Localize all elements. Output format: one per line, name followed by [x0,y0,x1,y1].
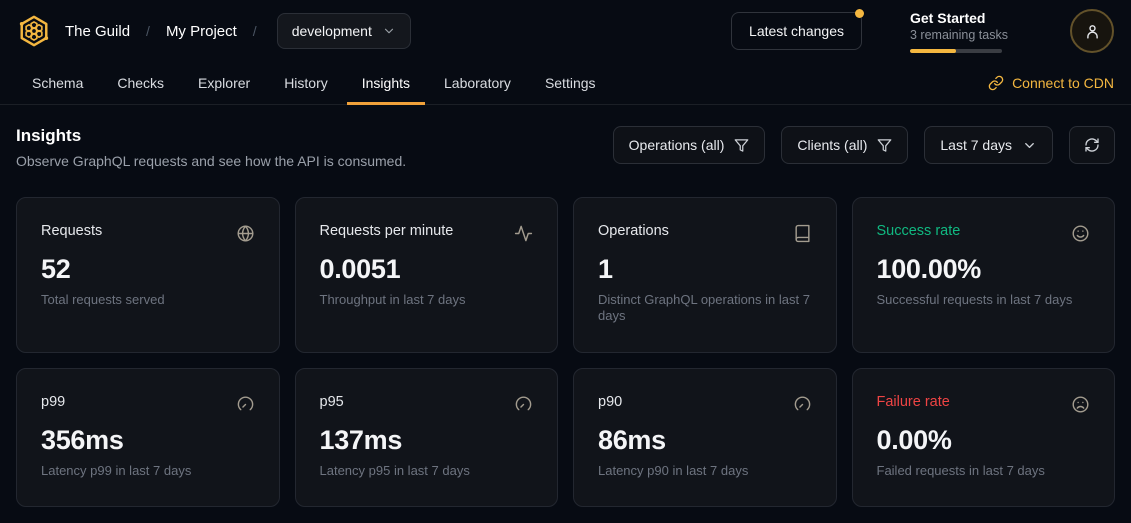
period-dropdown[interactable]: Last 7 days [924,126,1053,164]
latest-changes-label: Latest changes [749,23,844,39]
page-title: Insights [16,126,406,146]
stat-card-value: 356ms [41,425,255,456]
tab-settings[interactable]: Settings [530,62,611,104]
breadcrumb-org[interactable]: The Guild [65,23,130,40]
operations-filter-label: Operations (all) [629,137,725,153]
get-started-remaining: 3 remaining tasks [910,28,1036,42]
operations-filter-button[interactable]: Operations (all) [613,126,766,164]
activity-icon [514,224,533,243]
tab-history[interactable]: History [269,62,343,104]
stat-card-value: 0.0051 [320,254,534,285]
stat-card-title: p95 [320,394,344,410]
gauge-icon [236,395,255,414]
tab-laboratory[interactable]: Laboratory [429,62,526,104]
stat-card: Success rate 100.00% Successful requests… [852,197,1116,353]
page-heading-block: Insights Observe GraphQL requests and se… [16,126,406,169]
tab-checks[interactable]: Checks [102,62,179,104]
target-selector-value: development [292,23,372,39]
stat-card: p90 86ms Latency p90 in last 7 days [573,368,837,507]
breadcrumb-separator: / [251,23,259,39]
page-subtitle: Observe GraphQL requests and see how the… [16,153,406,169]
stat-card-description: Failed requests in last 7 days [877,463,1091,479]
stat-card-description: Latency p90 in last 7 days [598,463,812,479]
stat-card-title: p99 [41,394,65,410]
smile-icon [1071,224,1090,243]
stat-card-description: Latency p99 in last 7 days [41,463,255,479]
chevron-down-icon [1022,138,1037,153]
guild-logo-icon[interactable] [17,14,51,48]
filter-icon [877,138,892,153]
stat-card-value: 100.00% [877,254,1091,285]
top-header: The Guild / My Project / development Lat… [0,0,1131,62]
clients-filter-button[interactable]: Clients (all) [781,126,908,164]
get-started-widget[interactable]: Get Started 3 remaining tasks [910,10,1036,53]
latest-changes-button[interactable]: Latest changes [731,12,862,50]
stat-card-title: Requests [41,223,102,239]
stats-cards-grid: Requests 52 Total requests served Reques… [16,197,1115,507]
stat-card-value: 52 [41,254,255,285]
stat-card: Requests per minute 0.0051 Throughput in… [295,197,559,353]
breadcrumb-separator: / [144,23,152,39]
stat-card-description: Total requests served [41,292,255,308]
refresh-button[interactable] [1069,126,1115,164]
tab-explorer[interactable]: Explorer [183,62,265,104]
link-icon [988,75,1004,91]
connect-to-cdn-label: Connect to CDN [1012,75,1114,91]
stat-card-value: 0.00% [877,425,1091,456]
stat-card-title: Operations [598,223,669,239]
refresh-icon [1084,137,1100,153]
connect-to-cdn-link[interactable]: Connect to CDN [988,62,1114,104]
stat-card-title: Failure rate [877,394,950,410]
stat-card-value: 1 [598,254,812,285]
stat-card-description: Latency p95 in last 7 days [320,463,534,479]
stat-card-value: 86ms [598,425,812,456]
get-started-title: Get Started [910,10,1036,26]
get-started-progress-fill [910,49,956,53]
user-icon [1084,23,1101,40]
insights-page: Insights Observe GraphQL requests and se… [0,105,1131,507]
tab-insights[interactable]: Insights [347,62,425,104]
target-selector-dropdown[interactable]: development [277,13,411,49]
stat-card: Failure rate 0.00% Failed requests in la… [852,368,1116,507]
stat-card: p99 356ms Latency p99 in last 7 days [16,368,280,507]
nav-tabs: SchemaChecksExplorerHistoryInsightsLabor… [17,62,611,104]
stat-card-title: Requests per minute [320,223,454,239]
frown-icon [1071,395,1090,414]
get-started-progressbar [910,49,1002,53]
user-avatar[interactable] [1070,9,1114,53]
stat-card: Operations 1 Distinct GraphQL operations… [573,197,837,353]
stat-card: Requests 52 Total requests served [16,197,280,353]
stat-card-title: p90 [598,394,622,410]
breadcrumb-project[interactable]: My Project [166,23,237,40]
notification-dot [855,9,864,18]
globe-icon [236,224,255,243]
project-nav: SchemaChecksExplorerHistoryInsightsLabor… [0,62,1131,105]
gauge-icon [793,395,812,414]
stat-card: p95 137ms Latency p95 in last 7 days [295,368,559,507]
stat-card-description: Throughput in last 7 days [320,292,534,308]
tab-schema[interactable]: Schema [17,62,98,104]
period-label: Last 7 days [940,137,1012,153]
book-icon [793,224,812,243]
gauge-icon [514,395,533,414]
filter-toolbar: Operations (all) Clients (all) Last 7 da… [613,126,1115,164]
stat-card-value: 137ms [320,425,534,456]
stat-card-title: Success rate [877,223,961,239]
chevron-down-icon [382,24,396,38]
clients-filter-label: Clients (all) [797,137,867,153]
stat-card-description: Successful requests in last 7 days [877,292,1091,308]
filter-icon [734,138,749,153]
stat-card-description: Distinct GraphQL operations in last 7 da… [598,292,812,325]
